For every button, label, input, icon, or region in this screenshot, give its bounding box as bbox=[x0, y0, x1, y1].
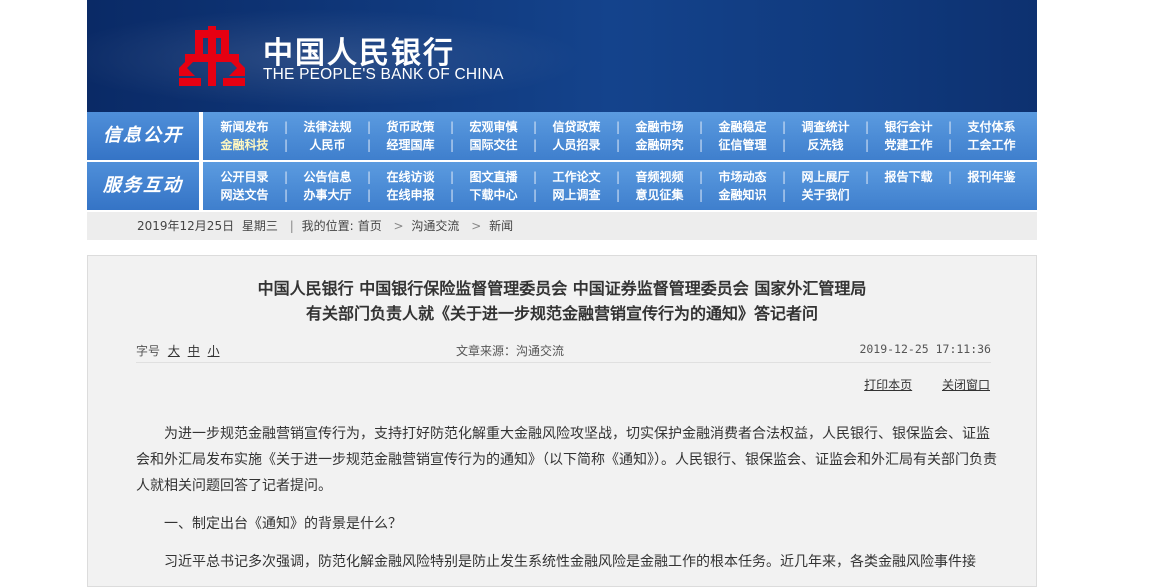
nav-info-links: 新闻发布 法律法规 货币政策 宏观审慎 信贷政策 金融市场 金融稳定 调查统计 … bbox=[203, 112, 1037, 160]
nav-link[interactable]: 报刊年鉴 bbox=[950, 168, 1033, 186]
print-page-link[interactable]: 打印本页 bbox=[864, 378, 912, 392]
pboc-emblem-icon bbox=[179, 26, 245, 86]
nav-link[interactable]: 工作论文 bbox=[535, 168, 620, 186]
nav-link[interactable]: 信贷政策 bbox=[535, 118, 620, 136]
nav-link[interactable]: 货币政策 bbox=[369, 118, 454, 136]
nav-service-links: 公开目录 公告信息 在线访谈 图文直播 工作论文 音频视频 市场动态 网上展厅 … bbox=[203, 162, 1037, 210]
nav-link[interactable]: 关于我们 bbox=[784, 186, 867, 204]
nav-link[interactable]: 网上展厅 bbox=[784, 168, 869, 186]
nav-link[interactable]: 金融市场 bbox=[618, 118, 703, 136]
nav-link[interactable]: 经理国库 bbox=[369, 136, 454, 154]
nav-link[interactable]: 法律法规 bbox=[286, 118, 371, 136]
nav-link[interactable]: 金融知识 bbox=[701, 186, 786, 204]
site-header: 中国人民银行 THE PEOPLE'S BANK OF CHINA bbox=[87, 0, 1037, 112]
nav-service-label: 服务互动 bbox=[87, 162, 199, 210]
breadcrumb-level1-link[interactable]: 沟通交流 bbox=[411, 219, 459, 233]
nav-link[interactable]: 公告信息 bbox=[286, 168, 371, 186]
bank-name-en: THE PEOPLE'S BANK OF CHINA bbox=[263, 66, 504, 83]
article-paragraph: 为进一步规范金融营销宣传行为，支持打好防范化解重大金融风险攻坚战，切实保护金融消… bbox=[136, 426, 997, 494]
nav-link[interactable]: 人员招录 bbox=[535, 136, 620, 154]
nav-link[interactable]: 工会工作 bbox=[950, 136, 1033, 154]
nav-link[interactable]: 金融研究 bbox=[618, 136, 703, 154]
nav-service: 服务互动 公开目录 公告信息 在线访谈 图文直播 工作论文 音频视频 市场动态 … bbox=[87, 162, 1037, 210]
nav-link[interactable]: 征信管理 bbox=[701, 136, 786, 154]
nav-link[interactable]: 人民币 bbox=[286, 136, 371, 154]
article-datetime: 2019-12-25 17:11:36 bbox=[859, 342, 991, 356]
nav-link[interactable]: 银行会计 bbox=[867, 118, 952, 136]
article-panel: 中国人民银行 中国银行保险监督管理委员会 中国证券监督管理委员会 国家外汇管理局… bbox=[87, 255, 1037, 587]
article-tools: 打印本页 关闭窗口 bbox=[838, 376, 990, 393]
font-size-large-link[interactable]: 大 bbox=[168, 344, 180, 358]
breadcrumb-sep: > bbox=[471, 219, 482, 233]
nav-link[interactable]: 网送文告 bbox=[203, 186, 288, 204]
article-title-line2: 有关部门负责人就《关于进一步规范金融营销宣传行为的通知》答记者问 bbox=[305, 304, 818, 323]
current-weekday: 星期三 bbox=[241, 219, 278, 233]
nav-link[interactable]: 在线访谈 bbox=[369, 168, 454, 186]
font-size-medium-link[interactable]: 中 bbox=[188, 344, 200, 358]
page-container: 中国人民银行 THE PEOPLE'S BANK OF CHINA 信息公开 新… bbox=[87, 0, 1037, 240]
nav-link[interactable]: 支付体系 bbox=[950, 118, 1033, 136]
nav-link[interactable]: 反洗钱 bbox=[784, 136, 869, 154]
nav-link[interactable]: 市场动态 bbox=[701, 168, 786, 186]
nav-link[interactable]: 网上调查 bbox=[535, 186, 620, 204]
nav-link[interactable]: 党建工作 bbox=[867, 136, 952, 154]
article-paragraph: 习近平总书记多次强调，防范化解金融风险特别是防止发生系统性金融风险是金融工作的根… bbox=[164, 554, 976, 570]
article-title-line1: 中国人民银行 中国银行保险监督管理委员会 中国证券监督管理委员会 国家外汇管理局 bbox=[257, 279, 867, 298]
font-size-small-link[interactable]: 小 bbox=[208, 344, 220, 358]
article-meta: 字号 大 中 小 文章来源：沟通交流 2019-12-25 17:11:36 bbox=[136, 342, 991, 363]
nav-link[interactable]: 新闻发布 bbox=[203, 118, 288, 136]
nav-link[interactable]: 公开目录 bbox=[203, 168, 288, 186]
location-label: 我的位置: bbox=[301, 219, 354, 233]
nav-link[interactable]: 图文直播 bbox=[452, 168, 537, 186]
breadcrumb-level2-link[interactable]: 新闻 bbox=[489, 219, 513, 233]
current-date: 2019年12月25日 bbox=[137, 219, 235, 233]
nav-link[interactable]: 音频视频 bbox=[618, 168, 703, 186]
font-size-controls: 字号 大 中 小 bbox=[136, 342, 220, 359]
nav-info-label: 信息公开 bbox=[87, 112, 199, 160]
nav-link[interactable]: 宏观审慎 bbox=[452, 118, 537, 136]
nav-link[interactable]: 金融稳定 bbox=[701, 118, 786, 136]
close-window-link[interactable]: 关闭窗口 bbox=[942, 378, 990, 392]
nav-link[interactable]: 在线申报 bbox=[369, 186, 454, 204]
nav-link[interactable]: 国际交往 bbox=[452, 136, 537, 154]
breadcrumb: 2019年12月25日 星期三 | 我的位置: 首页 > 沟通交流 > 新闻 bbox=[87, 212, 1037, 240]
article-source: 文章来源：沟通交流 bbox=[456, 344, 565, 358]
nav-link[interactable]: 办事大厅 bbox=[286, 186, 371, 204]
nav-link[interactable]: 调查统计 bbox=[784, 118, 869, 136]
nav-link[interactable]: 报告下载 bbox=[867, 168, 952, 186]
breadcrumb-home-link[interactable]: 首页 bbox=[358, 219, 382, 233]
article-heading: 一、制定出台《通知》的背景是什么？ bbox=[164, 516, 402, 532]
article-body: 为进一步规范金融营销宣传行为，支持打好防范化解重大金融风险攻坚战，切实保护金融消… bbox=[136, 421, 1001, 587]
nav-link[interactable]: 下载中心 bbox=[452, 186, 537, 204]
nav-info: 信息公开 新闻发布 法律法规 货币政策 宏观审慎 信贷政策 金融市场 金融稳定 … bbox=[87, 112, 1037, 160]
nav-link[interactable]: 意见征集 bbox=[618, 186, 703, 204]
font-size-label: 字号 bbox=[136, 344, 161, 358]
breadcrumb-sep: > bbox=[393, 219, 404, 233]
nav-link-active[interactable]: 金融科技 bbox=[203, 136, 288, 154]
